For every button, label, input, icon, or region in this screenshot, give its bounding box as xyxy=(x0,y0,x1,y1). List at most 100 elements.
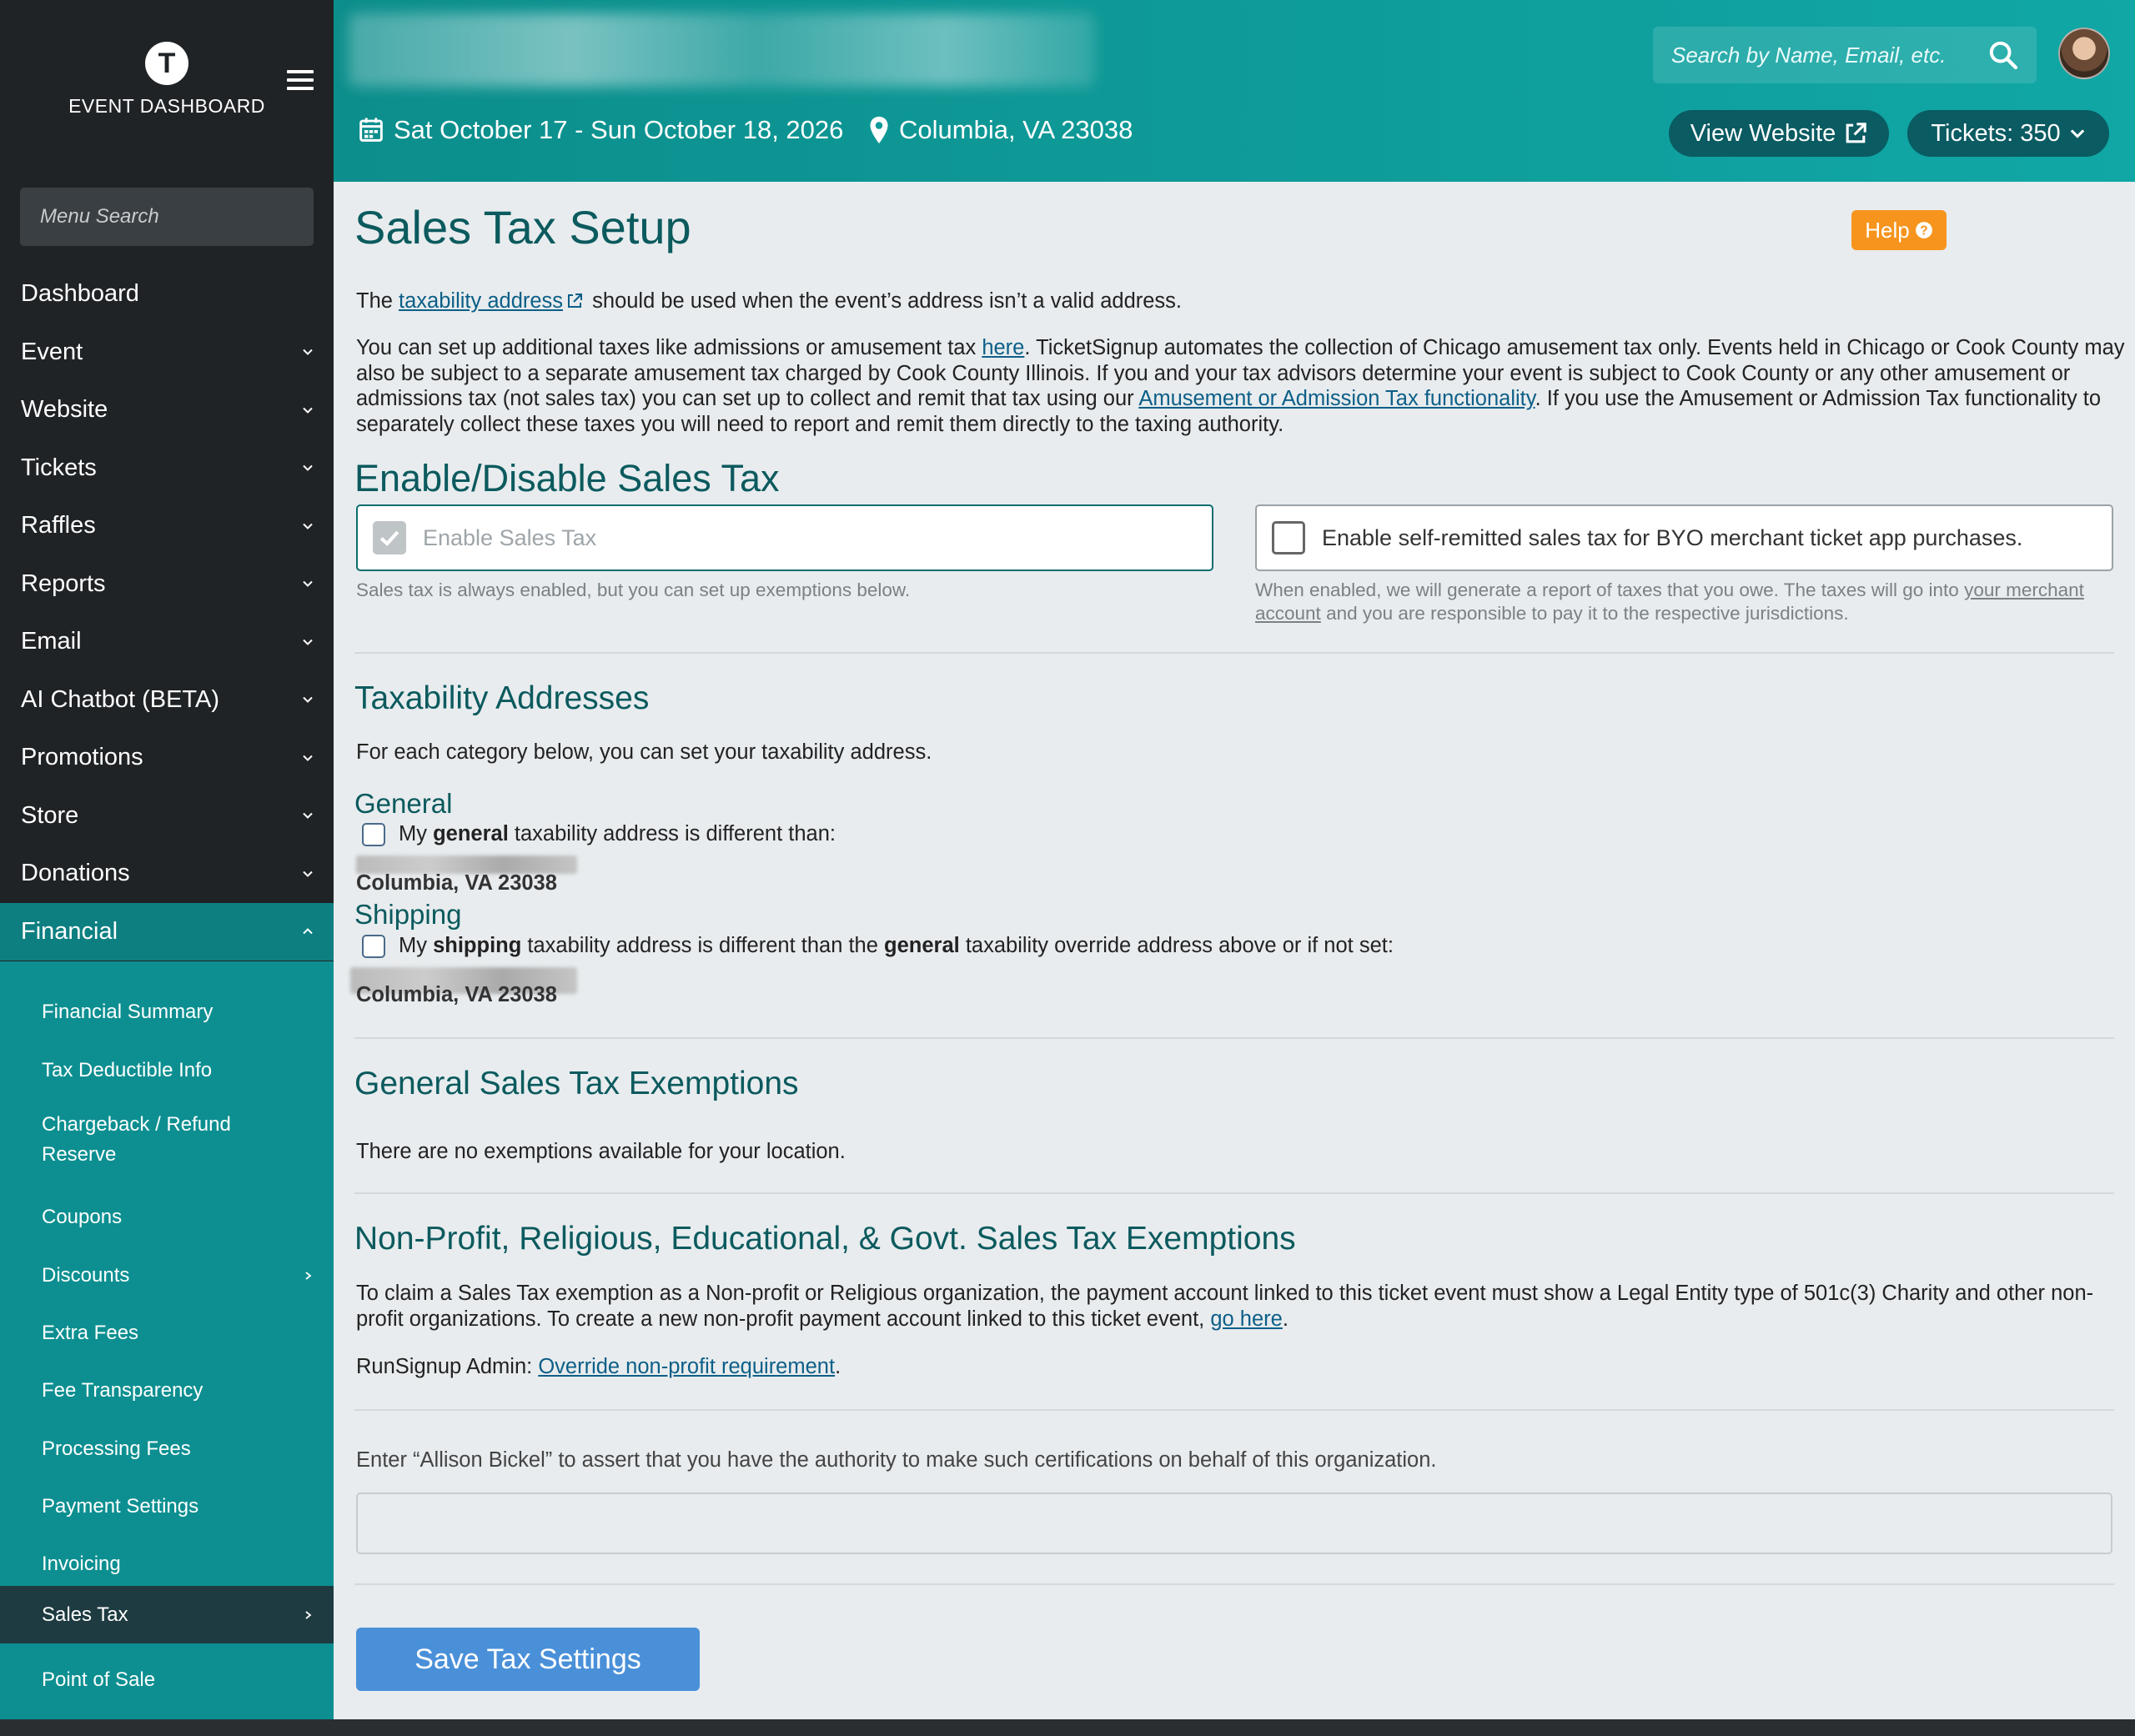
sidebar-subitem-point-of-sale[interactable]: Point of Sale xyxy=(0,1659,334,1701)
chevron-right-icon xyxy=(305,1272,312,1280)
admin-override: RunSignup Admin: Override non-profit req… xyxy=(356,1355,841,1378)
taxability-desc: For each category below, you can set you… xyxy=(356,740,932,764)
go-here-link[interactable]: go here xyxy=(1210,1307,1283,1331)
sidebar-subitem-financial-summary[interactable]: Financial Summary xyxy=(0,991,334,1033)
shipping-override-row: My shipping taxability address is differ… xyxy=(362,934,1394,958)
shipping-heading: Shipping xyxy=(354,899,462,930)
sidebar-item-raffles[interactable]: Raffles xyxy=(0,497,334,555)
chevron-down-icon xyxy=(303,813,313,820)
tickets-dropdown-button[interactable]: Tickets: 350 xyxy=(1907,110,2109,157)
avatar[interactable] xyxy=(2058,28,2110,79)
chevron-down-icon xyxy=(303,755,313,761)
financial-subnav: Financial Summary Tax Deductible Info Ch… xyxy=(0,961,334,1719)
hamburger-icon[interactable] xyxy=(287,70,314,95)
sidebar-item-website[interactable]: Website xyxy=(0,381,334,439)
question-circle-icon: ? xyxy=(1915,222,1932,238)
logo[interactable]: T EVENT DASHBOARD xyxy=(0,42,334,118)
divider xyxy=(354,1037,2114,1039)
here-link[interactable]: here xyxy=(982,336,1024,359)
help-button[interactable]: Help ? xyxy=(1851,210,1947,250)
taxability-heading: Taxability Addresses xyxy=(354,680,650,716)
svg-text:?: ? xyxy=(1920,224,1927,238)
general-exemptions-text: There are no exemptions available for yo… xyxy=(356,1140,846,1163)
bottom-bar xyxy=(0,1719,2135,1736)
self-remit-hint: When enabled, we will generate a report … xyxy=(1255,580,2084,624)
intro-amusement-tax: You can set up additional taxes like adm… xyxy=(356,336,2125,436)
menu-search-input[interactable] xyxy=(38,204,304,229)
chevron-down-icon xyxy=(303,581,313,588)
chevron-down-icon xyxy=(2070,129,2084,138)
general-override-label: My general taxability address is differe… xyxy=(399,822,836,845)
self-remit-checkbox[interactable] xyxy=(1272,521,1305,554)
sidebar-subitem-fee-transparency[interactable]: Fee Transparency xyxy=(0,1370,334,1412)
sidebar-item-ai-chatbot[interactable]: AI Chatbot (BETA) xyxy=(0,671,334,730)
self-remit-label: Enable self-remitted sales tax for BYO m… xyxy=(1322,524,2023,550)
nonprofit-exemptions-text: To claim a Sales Tax exemption as a Non-… xyxy=(356,1282,2094,1331)
sidebar-item-tickets[interactable]: Tickets xyxy=(0,439,334,498)
top-header: Sat October 17 - Sun October 18, 2026 Co… xyxy=(334,0,2135,182)
page-title: Sales Tax Setup xyxy=(354,201,691,253)
sidebar-item-event[interactable]: Event xyxy=(0,324,334,382)
sidebar: T EVENT DASHBOARD Dashboard Event Websit… xyxy=(0,0,334,1719)
chevron-down-icon xyxy=(303,697,313,704)
general-exemptions-heading: General Sales Tax Exemptions xyxy=(354,1066,799,1101)
menu-search xyxy=(20,188,314,246)
save-tax-settings-button[interactable]: Save Tax Settings xyxy=(356,1628,700,1691)
main-content: Sales Tax Setup Help ? The taxability ad… xyxy=(334,182,2135,1719)
override-nonprofit-link[interactable]: Override non-profit requirement xyxy=(538,1355,835,1378)
enable-sales-tax-checkbox[interactable] xyxy=(373,521,406,554)
header-search xyxy=(1653,27,2037,83)
sidebar-subitem-chargeback-reserve[interactable]: Chargeback / Refund Reserve xyxy=(0,1105,334,1180)
chevron-down-icon xyxy=(303,639,313,645)
chevron-up-icon xyxy=(303,928,313,935)
general-heading: General xyxy=(354,788,453,819)
app-title: EVENT DASHBOARD xyxy=(68,95,265,117)
taxability-address-link[interactable]: taxability address xyxy=(399,289,563,313)
view-website-button[interactable]: View Website xyxy=(1669,110,1889,157)
sidebar-item-dashboard[interactable]: Dashboard xyxy=(0,265,334,324)
shipping-override-label: My shipping taxability address is differ… xyxy=(399,934,1394,957)
chevron-down-icon xyxy=(303,407,313,414)
sidebar-subitem-discounts[interactable]: Discounts xyxy=(0,1255,334,1297)
sidebar-item-promotions[interactable]: Promotions xyxy=(0,729,334,787)
chevron-down-icon xyxy=(303,349,313,356)
sidebar-nav: Dashboard Event Website Tickets Raffles … xyxy=(0,265,334,961)
self-remit-box: Enable self-remitted sales tax for BYO m… xyxy=(1255,504,2113,571)
sidebar-item-store[interactable]: Store xyxy=(0,787,334,845)
sidebar-item-email[interactable]: Email xyxy=(0,613,334,671)
sidebar-item-reports[interactable]: Reports xyxy=(0,555,334,614)
check-icon xyxy=(379,530,399,546)
sidebar-item-donations[interactable]: Donations xyxy=(0,845,334,903)
enable-sales-tax-hint: Sales tax is always enabled, but you can… xyxy=(356,580,911,600)
amusement-tax-link[interactable]: Amusement or Admission Tax functionality xyxy=(1138,387,1535,410)
event-title-redacted xyxy=(349,13,1095,87)
sidebar-subitem-tax-deductible[interactable]: Tax Deductible Info xyxy=(0,1050,334,1091)
divider xyxy=(354,1192,2114,1194)
sidebar-subitem-processing-fees[interactable]: Processing Fees xyxy=(0,1428,334,1470)
enable-sales-tax-label: Enable Sales Tax xyxy=(423,524,597,550)
enable-sales-tax-box: Enable Sales Tax xyxy=(356,504,1213,571)
sidebar-item-financial[interactable]: Financial xyxy=(0,902,334,961)
calendar-icon xyxy=(359,118,383,142)
map-pin-icon xyxy=(870,116,888,144)
sidebar-subitem-sales-tax[interactable]: Sales Tax xyxy=(0,1586,334,1643)
intro-taxability: The taxability address should be used wh… xyxy=(356,289,1183,313)
divider xyxy=(354,1409,2114,1411)
nonprofit-exemptions-heading: Non-Profit, Religious, Educational, & Go… xyxy=(354,1221,1296,1257)
assert-name-input[interactable] xyxy=(356,1493,2112,1554)
shipping-override-checkbox[interactable] xyxy=(362,934,385,958)
external-link-icon xyxy=(568,294,583,308)
sidebar-subitem-coupons[interactable]: Coupons xyxy=(0,1197,334,1238)
shipping-address: Columbia, VA 23038 xyxy=(356,983,557,1006)
general-override-checkbox[interactable] xyxy=(362,822,385,846)
header-search-input[interactable] xyxy=(1670,41,1987,69)
divider xyxy=(354,1583,2114,1585)
sidebar-subitem-invoicing[interactable]: Invoicing xyxy=(0,1543,334,1585)
chevron-right-icon xyxy=(305,1610,312,1619)
external-link-icon xyxy=(1846,123,1867,143)
general-address: Columbia, VA 23038 xyxy=(356,871,557,895)
sidebar-subitem-payment-settings[interactable]: Payment Settings xyxy=(0,1486,334,1528)
sidebar-subitem-extra-fees[interactable]: Extra Fees xyxy=(0,1312,334,1354)
search-icon[interactable] xyxy=(1987,38,2020,72)
chevron-down-icon xyxy=(303,871,313,877)
